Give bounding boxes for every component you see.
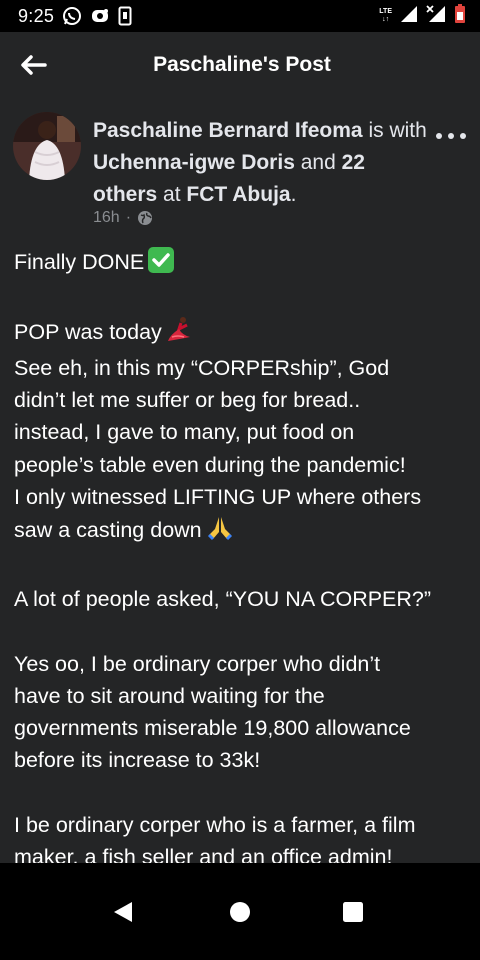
top-bar: Paschaline's Post (0, 32, 480, 98)
post-line: I only witnessed LIFTING UP where others (14, 485, 422, 510)
post-line: A lot of people asked, “YOU NA CORPER?” (14, 586, 432, 611)
page-title: Paschaline's Post (153, 53, 331, 76)
screenshot-icon (118, 6, 132, 26)
post-line: instead, I gave to many, put food on (14, 420, 355, 445)
nav-recents-button[interactable] (337, 896, 369, 928)
battery-icon (454, 3, 466, 29)
avatar[interactable] (13, 112, 81, 180)
status-time: 9:25 (18, 5, 55, 26)
post-line: POP was today (14, 315, 474, 352)
and-text: and (294, 151, 342, 174)
post-line: have to sit around waiting for the (14, 683, 325, 708)
nav-home-button[interactable] (224, 896, 256, 928)
post-header: Paschaline Bernard Ifeoma is with Uchenn… (0, 98, 480, 238)
period-text: . (290, 183, 297, 206)
camera-notification-icon (90, 7, 110, 25)
with-text: is with (362, 119, 427, 142)
globe-icon (138, 211, 153, 225)
lte-icon: LTE ↓↑ (379, 8, 392, 23)
recents-square-icon (343, 902, 363, 922)
post-line: didn’t let me suffer or beg for bread.. (14, 388, 361, 413)
check-mark-emoji (148, 247, 175, 282)
post-line: Yes oo, I be ordinary corper who didn’t (14, 651, 381, 676)
more-options-button[interactable] (436, 126, 466, 146)
post-line: saw a casting down (14, 513, 474, 550)
post-line: I be ordinary corper who is a farmer, a … (14, 813, 416, 838)
at-text: at (157, 183, 187, 206)
post-line: maker, a fish seller and an office admin… (14, 845, 393, 863)
post-line (14, 282, 474, 314)
praying-hands-emoji (206, 513, 234, 550)
post-line: Finally DONE (14, 246, 474, 282)
signal-x-icon (426, 4, 446, 28)
status-bar: 9:25 LTE ↓↑ (0, 0, 480, 32)
nav-back-button[interactable] (107, 896, 139, 928)
post-timestamp: 16h · (93, 209, 153, 227)
post-attribution: Paschaline Bernard Ifeoma is with Uchenn… (93, 115, 433, 211)
post-line: people’s table even during the pandemic! (14, 452, 406, 477)
dot-icon (460, 133, 466, 139)
post-line: governments miserable 19,800 allowance (14, 716, 411, 741)
post-line (14, 551, 474, 583)
dot-icon (436, 133, 442, 139)
post-screen: Paschaline's Post Paschaline Bernard Ife… (0, 32, 480, 863)
post-line: before its increase to 33k! (14, 748, 261, 773)
tagged-person[interactable]: Uchenna-igwe Doris (93, 151, 295, 174)
arrow-left-icon (21, 55, 47, 75)
status-left: 9:25 (18, 6, 132, 27)
time-ago[interactable]: 16h (93, 209, 120, 227)
dancer-emoji (166, 315, 194, 352)
status-right: LTE ↓↑ (379, 3, 466, 29)
location-link[interactable]: FCT Abuja (186, 183, 290, 206)
back-button[interactable] (18, 51, 48, 79)
home-circle-icon (230, 902, 250, 922)
author-name[interactable]: Paschaline Bernard Ifeoma (93, 119, 363, 142)
back-triangle-icon (114, 902, 132, 922)
post-line (14, 615, 474, 647)
post-line: See eh, in this my “CORPERship”, God (14, 355, 390, 380)
dot-icon (448, 133, 454, 139)
system-nav-bar (0, 863, 480, 960)
separator-dot: · (125, 209, 132, 226)
post-line (14, 777, 474, 809)
whatsapp-icon (62, 6, 82, 26)
post-text: Finally DONE POP was today See eh, in th… (14, 246, 474, 863)
signal-icon (400, 5, 418, 28)
